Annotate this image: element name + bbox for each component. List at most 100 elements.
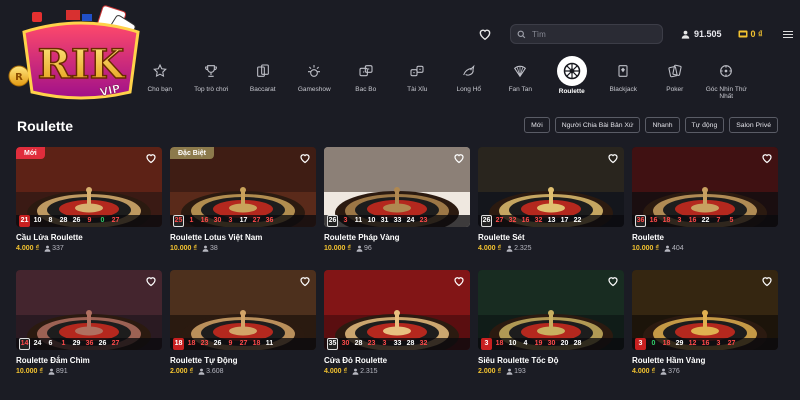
min-bet: 2.000 ₫ bbox=[478, 368, 502, 375]
game-card[interactable]: 18 18 23 26 9 27 18 11 Roulette Tự Động 2.000 ₫ 3.… bbox=[170, 270, 316, 385]
recent-results: 36 16 18 3 16 22 7 5 bbox=[632, 215, 778, 227]
game-title[interactable]: Roulette Lotus Việt Nam bbox=[170, 233, 316, 242]
player-count: 96 bbox=[356, 245, 372, 252]
game-card[interactable]: 26 27 32 16 32 13 17 22 Roulette Sét 4.000 ₫ 2.325 bbox=[478, 147, 624, 262]
game-title[interactable]: Roulette Pháp Vàng bbox=[324, 233, 470, 242]
category-dice-pair[interactable]: Tài Xỉu bbox=[392, 60, 444, 110]
game-thumbnail[interactable]: 18 18 23 26 9 27 18 11 bbox=[170, 270, 316, 350]
coin-value: 0 ₫ bbox=[750, 29, 763, 39]
game-card[interactable]: 3 0 18 29 12 16 3 27 Roulette Hầm Vàng 4.000 ₫ 376 bbox=[632, 270, 778, 385]
game-title[interactable]: Roulette Hầm Vàng bbox=[632, 356, 778, 365]
game-title[interactable]: Roulette bbox=[632, 233, 778, 242]
category-fan[interactable]: Fan Tan bbox=[495, 60, 547, 110]
min-bet: 4.000 ₫ bbox=[632, 368, 656, 375]
trophy-icon bbox=[200, 60, 222, 82]
top-bar: 91.505 0 ₫ bbox=[478, 23, 793, 45]
category-poker-chip[interactable]: Poker bbox=[649, 60, 701, 110]
heart-icon[interactable] bbox=[145, 152, 157, 164]
user-icon bbox=[664, 245, 671, 252]
category-gameshow[interactable]: Gameshow bbox=[289, 60, 341, 110]
menu-icon[interactable] bbox=[782, 30, 793, 38]
game-meta: 4.000 ₫ 2.315 bbox=[324, 368, 470, 375]
favorites-heart-icon[interactable] bbox=[478, 27, 492, 41]
category-first-person[interactable]: Góc Nhìn Thứ Nhất bbox=[701, 60, 753, 110]
heart-icon[interactable] bbox=[299, 152, 311, 164]
min-bet: 10.000 ₫ bbox=[324, 245, 351, 252]
category-roulette[interactable]: Roulette bbox=[546, 56, 598, 110]
result-number: 22 bbox=[573, 217, 582, 224]
category-baccarat[interactable]: Baccarat bbox=[237, 60, 289, 110]
result-number: 9 bbox=[228, 340, 233, 347]
cards-icon bbox=[612, 60, 634, 82]
result-number: 1 bbox=[61, 340, 66, 347]
game-thumbnail[interactable]: 26 27 32 16 32 13 17 22 bbox=[478, 147, 624, 227]
heart-icon[interactable] bbox=[299, 275, 311, 287]
category-star[interactable]: Cho bạn bbox=[134, 60, 186, 110]
filter-chip[interactable]: Mới bbox=[524, 117, 550, 133]
recent-results: 25 1 16 30 3 17 27 36 bbox=[170, 215, 316, 227]
game-thumbnail[interactable]: 36 16 18 3 16 22 7 5 bbox=[632, 147, 778, 227]
heart-icon[interactable] bbox=[761, 152, 773, 164]
result-number: 27 bbox=[252, 217, 261, 224]
heart-icon[interactable] bbox=[607, 152, 619, 164]
category-cards[interactable]: Blackjack bbox=[598, 60, 650, 110]
category-dragon[interactable]: Long Hổ bbox=[443, 60, 495, 110]
game-title[interactable]: Roulette Tự Động bbox=[170, 356, 316, 365]
result-number: 17 bbox=[560, 217, 569, 224]
result-number: 3 bbox=[677, 217, 682, 224]
filter-chip[interactable]: Tự động bbox=[684, 117, 725, 133]
game-thumbnail[interactable]: 14 24 6 1 29 36 26 27 bbox=[16, 270, 162, 350]
game-thumbnail[interactable]: Mới 21 10 8 28 26 9 0 27 bbox=[16, 147, 162, 227]
game-title[interactable]: Siêu Roulette Tốc Độ bbox=[478, 356, 624, 365]
result-number: 18 bbox=[662, 217, 671, 224]
result-number: 30 bbox=[547, 340, 556, 347]
game-thumbnail[interactable]: 35 30 28 23 3 33 28 32 bbox=[324, 270, 470, 350]
category-label: Long Hổ bbox=[456, 86, 482, 93]
coin-balance[interactable]: 0 ₫ bbox=[738, 29, 763, 39]
game-card[interactable]: 36 16 18 3 16 22 7 5 Roulette 10.000 ₫ 404 bbox=[632, 147, 778, 262]
filter-chip[interactable]: Salon Privé bbox=[729, 117, 778, 133]
game-card[interactable]: 26 3 11 10 31 33 24 23 Roulette Pháp Vàng 10.000 … bbox=[324, 147, 470, 262]
filter-chip[interactable]: Người Chia Bài Bản Xứ bbox=[554, 117, 641, 133]
user-balance[interactable]: 91.505 bbox=[681, 29, 722, 39]
game-meta: 10.000 ₫ 96 bbox=[324, 245, 470, 252]
game-thumbnail[interactable]: Đặc Biệt 25 1 16 30 3 17 27 36 bbox=[170, 147, 316, 227]
category-label: Góc Nhìn Thứ Nhất bbox=[705, 86, 747, 101]
search-input[interactable] bbox=[532, 29, 652, 39]
heart-icon[interactable] bbox=[145, 275, 157, 287]
game-card[interactable]: 35 30 28 23 3 33 28 32 Cửa Đỏ Roulette 4.000 ₫ 2.3… bbox=[324, 270, 470, 385]
search-box[interactable] bbox=[510, 24, 663, 44]
game-thumbnail[interactable]: 3 0 18 29 12 16 3 27 bbox=[632, 270, 778, 350]
game-card[interactable]: Mới 21 10 8 28 26 9 0 27 Cầu Lửa Roulette 4.000 ₫ 3… bbox=[16, 147, 162, 262]
game-title[interactable]: Cửa Đỏ Roulette bbox=[324, 356, 470, 365]
game-title[interactable]: Roulette Sét bbox=[478, 233, 624, 242]
heart-icon[interactable] bbox=[453, 275, 465, 287]
result-number: 28 bbox=[354, 340, 363, 347]
heart-icon[interactable] bbox=[607, 275, 619, 287]
game-card[interactable]: 3 18 10 4 19 30 20 28 Siêu Roulette Tốc Độ 2.000 … bbox=[478, 270, 624, 385]
game-title[interactable]: Cầu Lửa Roulette bbox=[16, 233, 162, 242]
result-number: 25 bbox=[173, 215, 184, 227]
heart-icon[interactable] bbox=[453, 152, 465, 164]
result-number: 20 bbox=[560, 340, 569, 347]
user-icon bbox=[506, 368, 513, 375]
filter-chip[interactable]: Nhanh bbox=[645, 117, 680, 133]
category-label: Fan Tan bbox=[508, 86, 532, 93]
game-title[interactable]: Roulette Đắm Chìm bbox=[16, 356, 162, 365]
heart-icon[interactable] bbox=[761, 275, 773, 287]
player-count: 891 bbox=[48, 368, 68, 375]
game-card[interactable]: Đặc Biệt 25 1 16 30 3 17 27 36 Roulette Lotus Việ… bbox=[170, 147, 316, 262]
category-label: Blackjack bbox=[609, 86, 637, 93]
result-number: 16 bbox=[521, 217, 530, 224]
user-icon bbox=[352, 368, 359, 375]
roulette-icon bbox=[556, 56, 587, 86]
result-number: 4 bbox=[523, 340, 528, 347]
result-number: 26 bbox=[327, 215, 338, 227]
game-card[interactable]: 14 24 6 1 29 36 26 27 Roulette Đắm Chìm 10.000 ₫ 8… bbox=[16, 270, 162, 385]
user-icon bbox=[506, 245, 513, 252]
category-trophy[interactable]: Top trò chơi bbox=[186, 60, 238, 110]
game-thumbnail[interactable]: 26 3 11 10 31 33 24 23 bbox=[324, 147, 470, 227]
category-dice[interactable]: Bac Bo bbox=[340, 60, 392, 110]
poker-chip-icon bbox=[664, 60, 686, 82]
game-thumbnail[interactable]: 3 18 10 4 19 30 20 28 bbox=[478, 270, 624, 350]
